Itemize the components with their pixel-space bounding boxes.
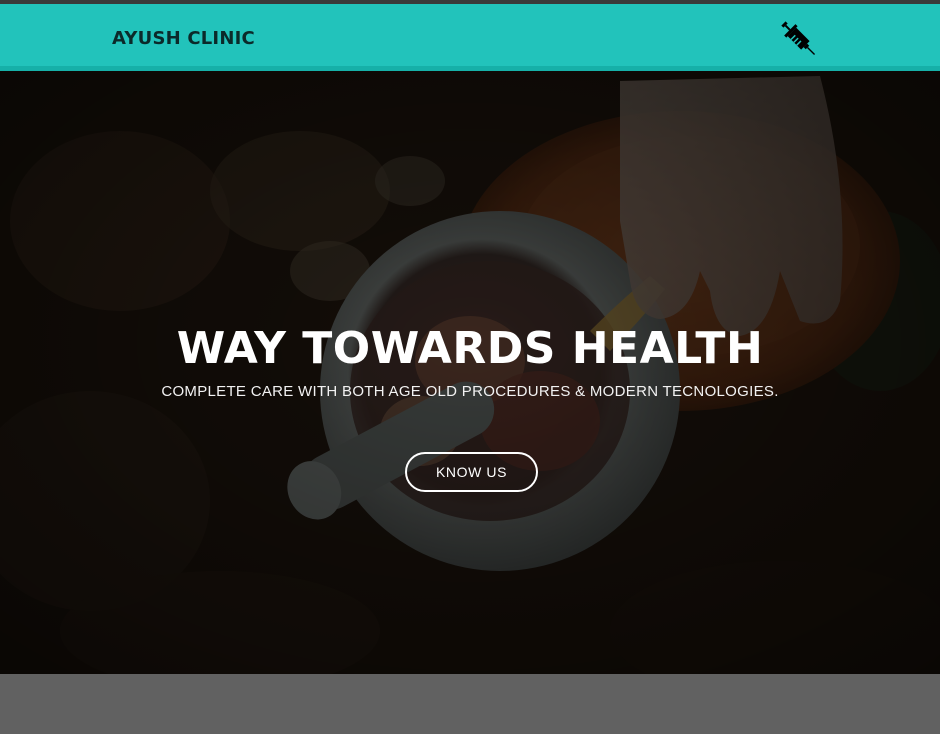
- lower-section-band: [0, 674, 940, 734]
- page-bottom-strip: [0, 734, 940, 752]
- hero-section: WAY TOWARDS HEALTH COMPLETE CARE WITH BO…: [0, 71, 940, 674]
- syringe-icon[interactable]: [776, 16, 822, 62]
- hero-title: WAY TOWARDS HEALTH: [176, 323, 764, 374]
- know-us-button[interactable]: KNOW US: [405, 452, 538, 492]
- hero-subtitle: COMPLETE CARE WITH BOTH AGE OLD PROCEDUR…: [161, 383, 779, 400]
- brand-title[interactable]: AYUSH CLINIC: [112, 28, 255, 49]
- navbar: AYUSH CLINIC: [0, 4, 940, 71]
- syringe-icon-graphic: [781, 21, 816, 56]
